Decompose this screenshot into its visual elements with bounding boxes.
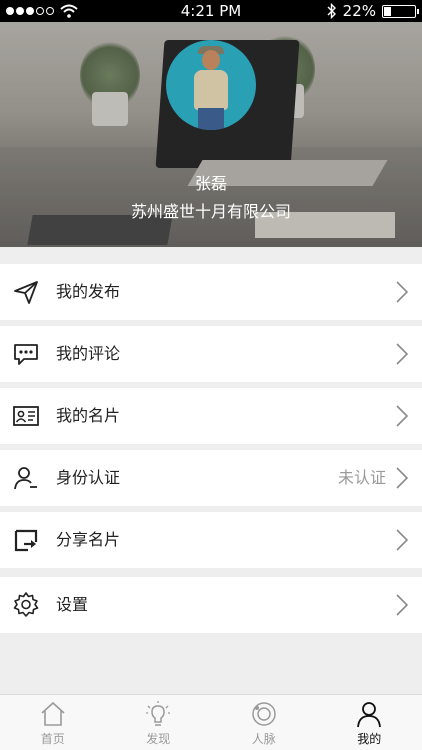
user-icon [14,467,37,490]
tab-label: 人脉 [251,732,276,746]
tab-network[interactable]: 人脉 [211,695,317,750]
gear-icon [13,592,39,617]
menu-item-my-posts[interactable]: 我的发布 [0,264,422,320]
battery-percent: 22% [342,2,376,20]
home-icon [41,701,65,726]
tab-home[interactable]: 首页 [0,695,106,750]
lightbulb-icon [146,701,171,726]
tab-label: 首页 [40,732,65,746]
user-icon [357,702,382,728]
tab-discover[interactable]: 发现 [106,695,212,750]
menu-item-my-card[interactable]: 我的名片 [0,388,422,444]
comment-icon [14,344,38,365]
avatar[interactable] [166,40,256,130]
tab-mine[interactable]: 我的 [317,695,422,750]
business-card-icon [13,406,39,426]
tab-label: 发现 [146,732,171,746]
chevron-right-icon [396,405,408,427]
menu-item-my-comments[interactable]: 我的评论 [0,326,422,382]
menu-item-label: 我的评论 [56,344,121,363]
share-icon [14,529,38,552]
menu-item-label: 我的名片 [56,406,121,425]
chevron-right-icon [396,529,408,551]
menu-item-label: 我的发布 [56,282,121,301]
menu-item-label: 分享名片 [56,530,121,549]
menu-item-identity-verification[interactable]: 身份认证 未认证 [0,450,422,506]
chevron-right-icon [396,594,408,616]
chevron-right-icon [396,467,408,489]
menu-item-settings[interactable]: 设置 [0,577,422,633]
chevron-right-icon [396,343,408,365]
network-icon [252,702,276,726]
status-bar: 4:21 PM 22% [0,0,422,22]
menu-item-label: 身份认证 [56,468,121,487]
menu-item-share-card[interactable]: 分享名片 [0,512,422,568]
tab-bar: 首页 发现 人脉 我的 [0,694,422,750]
battery-icon [382,4,419,18]
paper-plane-icon [14,281,38,304]
profile-header: 张磊 苏州盛世十月有限公司 [0,22,422,247]
menu-item-label: 设置 [56,595,89,614]
tab-label: 我的 [357,732,382,746]
bluetooth-icon [327,3,336,19]
user-name: 张磊 [194,174,227,193]
chevron-right-icon [396,281,408,303]
verification-status: 未认证 [337,468,386,487]
battery-area: 22% [327,0,419,22]
user-company: 苏州盛世十月有限公司 [130,202,291,221]
